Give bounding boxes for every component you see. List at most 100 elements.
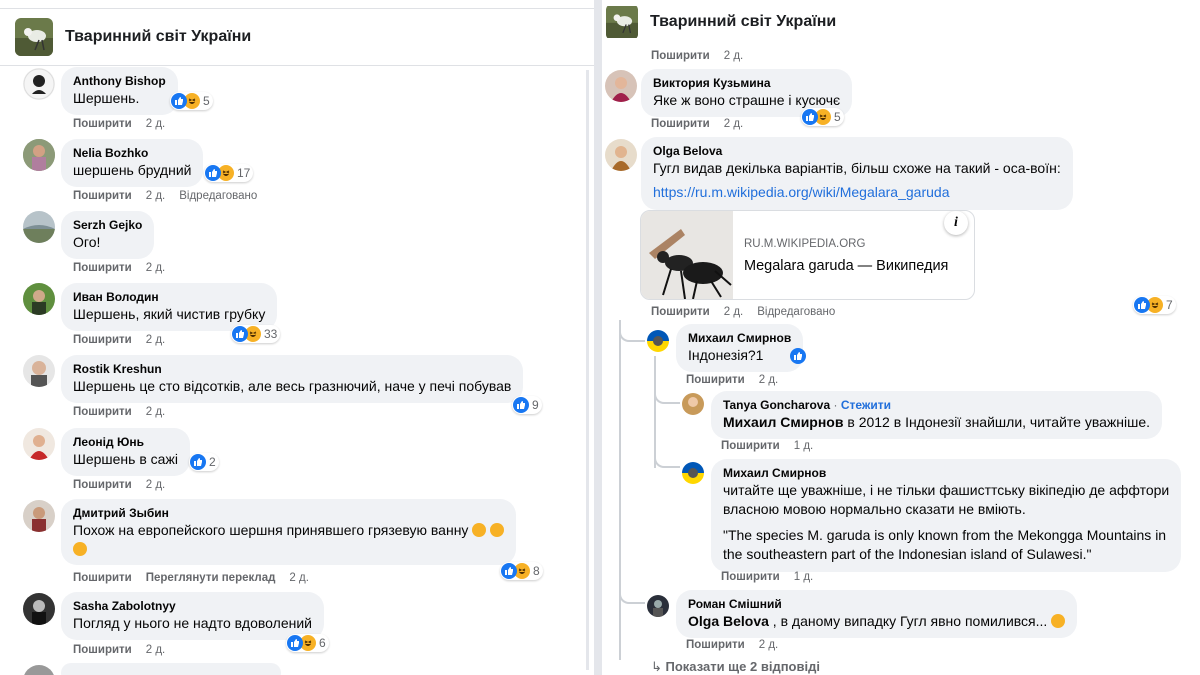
share-link[interactable]: Поширити [73,572,132,584]
thread-connector [654,440,680,468]
edited-label: Відредаговано [179,190,258,202]
like-icon [205,165,221,181]
comment-bubble: Nelia Bozhko шершень брудний [61,139,204,187]
comment-actions: Поширити 2 д. Відредаговано [73,190,271,202]
reaction-summary[interactable]: 5 [801,108,844,126]
comment-author[interactable]: Nelia Bozhko [73,145,191,161]
reaction-count: 33 [264,327,278,341]
share-link[interactable]: Поширити [73,406,132,418]
avatar[interactable] [23,593,55,625]
timestamp[interactable]: 1 д. [794,571,814,583]
avatar[interactable] [605,70,637,102]
like-icon [513,397,529,413]
avatar[interactable] [23,211,55,243]
timestamp[interactable]: 2 д. [289,572,309,584]
show-more-replies-button[interactable]: ↳ Показати ще 2 відповіді [651,659,820,675]
comment-text: Гугл видав декілька варіантів, більш схо… [653,160,1061,176]
comment-author[interactable]: Иван Володин [73,289,265,305]
avatar[interactable] [23,500,55,532]
timestamp[interactable]: 2 д. [759,374,779,386]
comment-author[interactable]: Anthony Bishop [73,73,166,89]
page-avatar[interactable] [15,18,53,56]
page-avatar[interactable] [606,4,638,40]
avatar[interactable] [23,68,55,100]
reaction-summary[interactable]: 7 [1133,296,1176,314]
share-link[interactable]: Поширити [721,571,780,583]
follow-link[interactable]: Стежити [841,398,891,412]
comment-author[interactable]: Виктория Кузьмина [653,75,840,91]
link-preview-card[interactable]: RU.M.WIKIPEDIA.ORG Megalara garuda — Вик… [640,210,975,300]
reaction-summary[interactable]: 5 [170,92,213,110]
timestamp[interactable]: 2 д. [146,190,166,202]
timestamp[interactable]: 2 д. [146,644,166,656]
share-link[interactable]: Поширити [73,262,132,274]
timestamp[interactable]: 2 д. [146,334,166,346]
page-title[interactable]: Тваринний світ України [650,13,836,31]
avatar[interactable] [23,428,55,460]
preview-title: Megalara garuda — Википедия [744,258,949,274]
timestamp[interactable]: 2 д. [724,50,744,62]
comment-author[interactable]: Rostik Kreshun [73,361,511,377]
share-link[interactable]: Поширити [73,644,132,656]
reaction-summary[interactable] [789,347,809,365]
scrollbar[interactable] [586,70,589,670]
comment-author[interactable]: Михаил Смирнов [688,330,791,346]
comment-author[interactable]: Serzh Gejko [73,217,142,233]
timestamp[interactable]: 2 д. [146,118,166,130]
comment-author[interactable]: Михаил Смирнов [723,465,1169,481]
like-icon [501,563,517,579]
comment-author[interactable]: Sasha Zabolotnyy [73,598,312,614]
timestamp[interactable]: 1 д. [794,440,814,452]
reaction-summary[interactable]: 2 [189,453,219,471]
reaction-summary[interactable]: 9 [512,396,542,414]
reaction-summary[interactable]: 33 [231,325,281,343]
reaction-summary[interactable]: 6 [286,634,329,652]
comment-author[interactable]: Tanya Goncharova [723,398,830,412]
see-translation-link[interactable]: Переглянути переклад [146,572,276,584]
share-link[interactable]: Поширити [721,440,780,452]
avatar[interactable] [23,665,55,675]
timestamp[interactable]: 2 д. [146,406,166,418]
share-link[interactable]: Поширити [73,479,132,491]
reaction-summary[interactable]: 8 [500,562,543,580]
avatar[interactable] [23,283,55,315]
comment-author[interactable]: Olga Belova [653,143,1061,159]
avatar[interactable] [23,139,55,171]
timestamp[interactable]: 2 д. [724,118,744,130]
reply-bubble: Роман Смішний Olga Belova , в даному вип… [676,590,1078,638]
share-link[interactable]: Поширити [73,190,132,202]
comment-text: Ого! [73,234,101,250]
comment-author[interactable]: Дмитрий Зыбин [73,505,504,521]
quote-line1: "The species M. garuda is only known fro… [723,527,1167,543]
share-link[interactable]: Поширити [651,306,710,318]
preview-domain: RU.M.WIKIPEDIA.ORG [744,238,866,250]
timestamp[interactable]: 2 д. [724,306,744,318]
avatar[interactable] [682,462,704,484]
page-title[interactable]: Тваринний світ України [65,28,251,46]
comment-author[interactable]: Леонід Юнь [73,434,178,450]
comment-bubble: Olga Belova Гугл видав декілька варіанті… [641,137,1073,210]
timestamp[interactable]: 2 д. [759,639,779,651]
share-link[interactable]: Поширити [73,334,132,346]
reaction-summary[interactable]: 17 [204,164,254,182]
wikipedia-link[interactable]: https://ru.m.wikipedia.org/wiki/Megalara… [653,183,1061,202]
info-icon[interactable]: i [944,211,968,235]
share-link[interactable]: Поширити [651,50,710,62]
avatar[interactable] [23,355,55,387]
share-link[interactable]: Поширити [73,118,132,130]
reaction-count: 6 [319,636,326,650]
avatar[interactable] [647,595,669,617]
timestamp[interactable]: 2 д. [146,479,166,491]
comment-actions: Поширити 1 д. [721,440,827,452]
avatar[interactable] [605,139,637,171]
share-link[interactable]: Поширити [686,374,745,386]
comment-author[interactable]: Роман Смішний [688,596,1065,612]
mention-link[interactable]: Михаил Смирнов [723,414,843,430]
avatar[interactable] [682,393,704,415]
share-link[interactable]: Поширити [686,639,745,651]
mention-link[interactable]: Olga Belova [688,613,769,629]
thread-connector [619,320,645,342]
timestamp[interactable]: 2 д. [146,262,166,274]
share-link[interactable]: Поширити [651,118,710,130]
avatar[interactable] [647,330,669,352]
